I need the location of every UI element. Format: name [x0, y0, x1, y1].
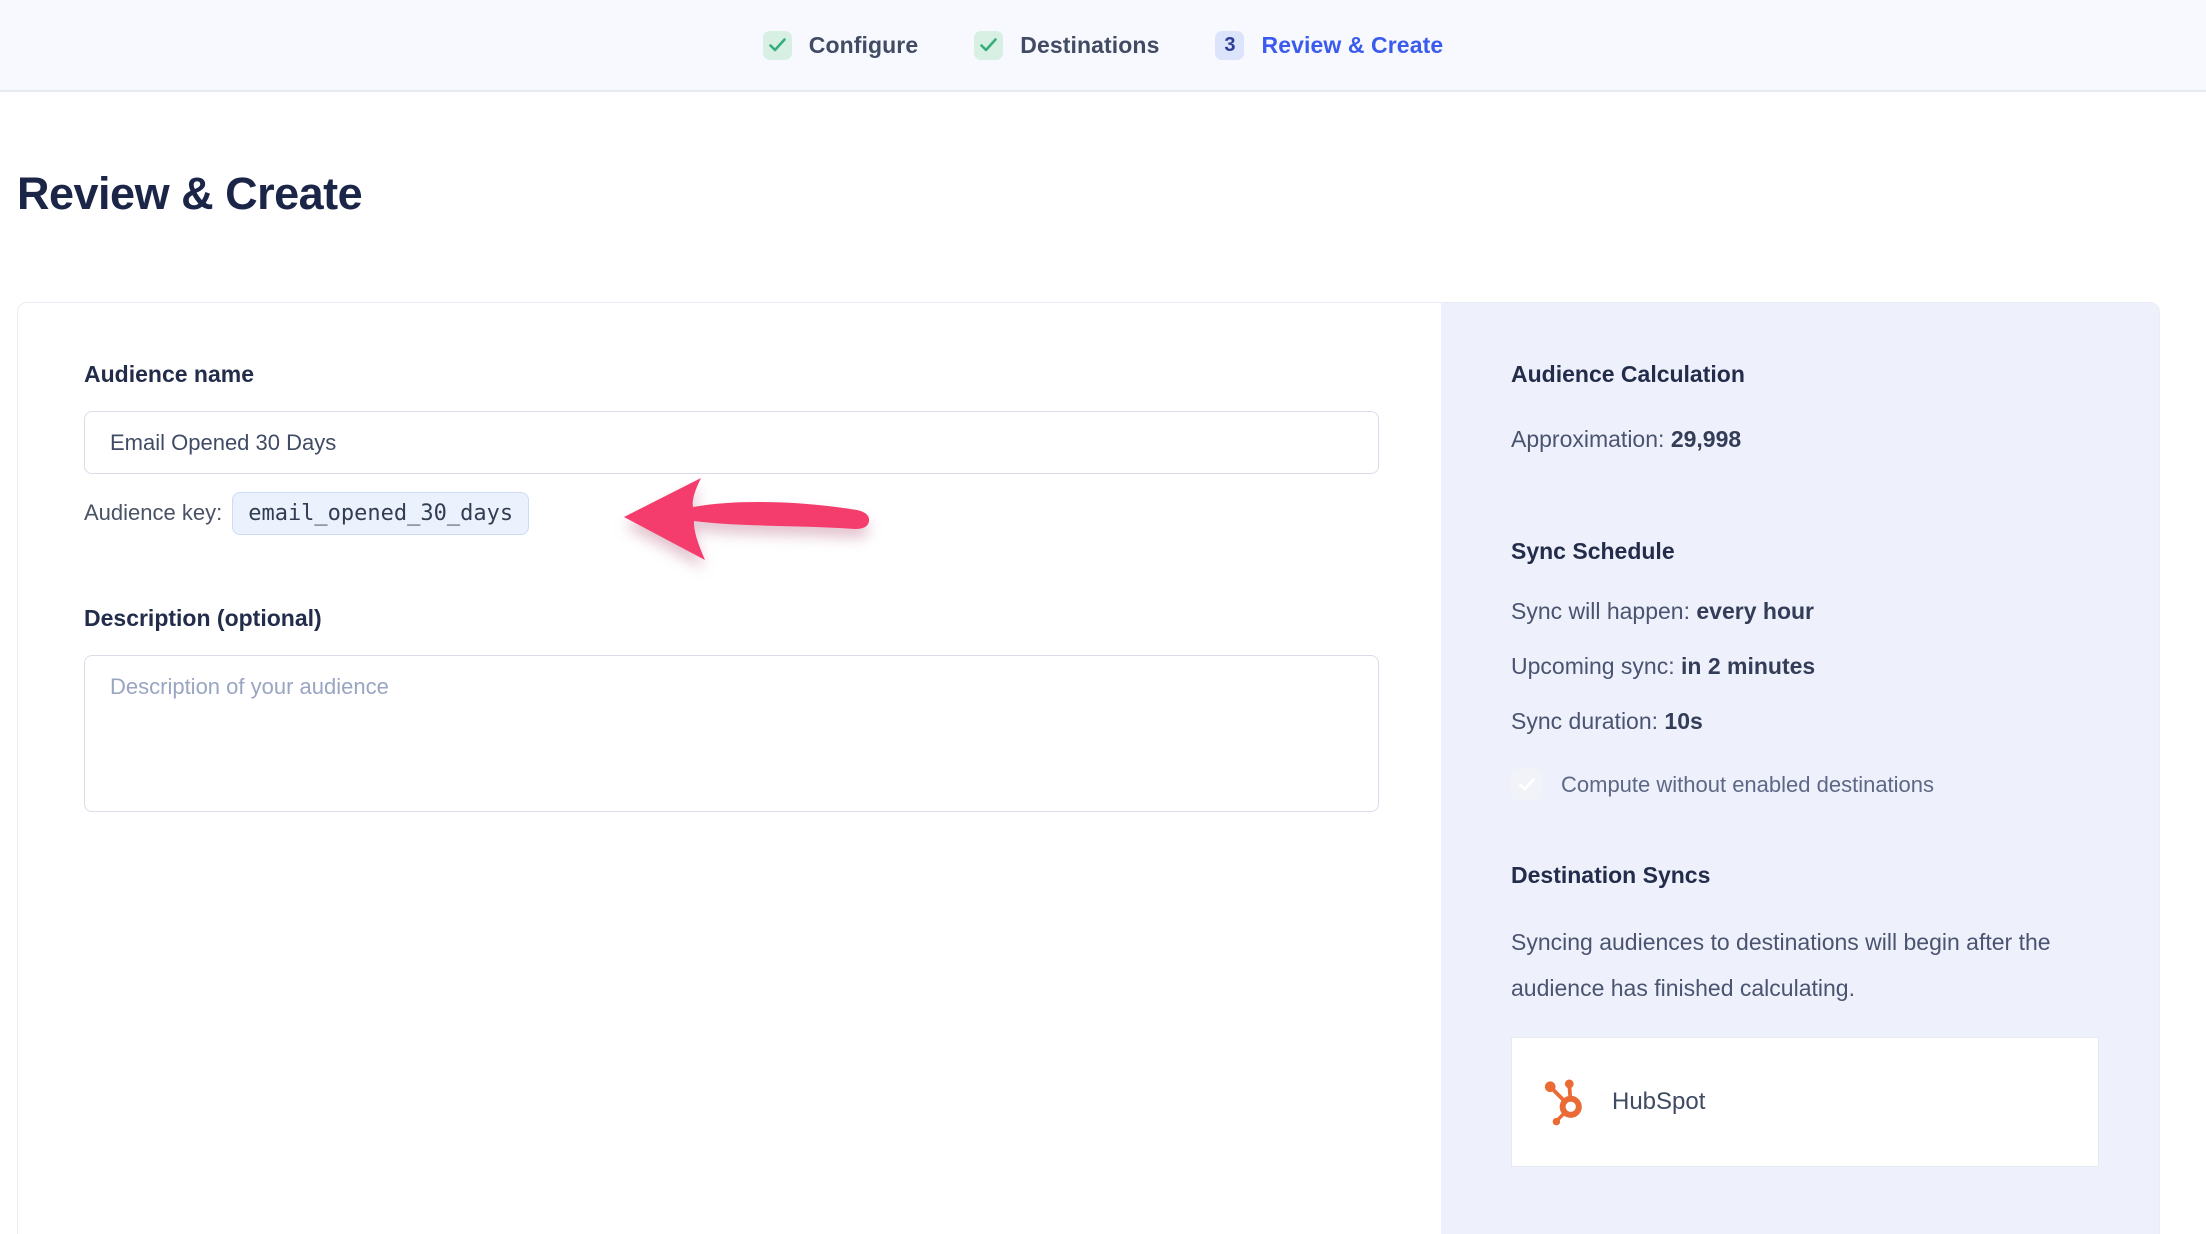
step-configure-label: Configure — [809, 32, 919, 59]
audience-calculation-heading: Audience Calculation — [1511, 361, 2101, 388]
sync-frequency-line: Sync will happen: every hour — [1511, 598, 2101, 625]
step-review-create[interactable]: 3 Review & Create — [1215, 31, 1443, 60]
step-configure[interactable]: Configure — [763, 31, 919, 60]
audience-name-input[interactable] — [84, 411, 1379, 474]
approximation-line: Approximation: 29,998 — [1511, 424, 2101, 454]
sync-schedule-heading: Sync Schedule — [1511, 538, 2101, 565]
step-number-badge: 3 — [1215, 31, 1244, 60]
sync-frequency-label: Sync will happen: — [1511, 598, 1690, 624]
step-destinations[interactable]: Destinations — [974, 31, 1159, 60]
destination-card-hubspot[interactable]: HubSpot — [1511, 1037, 2099, 1167]
sync-duration-line: Sync duration: 10s — [1511, 708, 2101, 735]
approximation-value: 29,998 — [1671, 426, 1741, 452]
audience-key-value: email_opened_30_days — [232, 492, 529, 535]
compute-checkbox[interactable] — [1511, 769, 1542, 800]
wizard-stepper: Configure Destinations 3 Review & Create — [0, 0, 2206, 92]
sync-duration-value: 10s — [1664, 708, 1702, 734]
audience-name-label: Audience name — [84, 361, 1379, 388]
approximation-label: Approximation: — [1511, 426, 1664, 452]
hubspot-logo-icon — [1544, 1078, 1586, 1126]
upcoming-sync-value: in 2 minutes — [1681, 653, 1815, 679]
page-title: Review & Create — [17, 168, 2206, 220]
description-textarea[interactable] — [84, 655, 1379, 812]
sync-duration-label: Sync duration: — [1511, 708, 1658, 734]
upcoming-sync-line: Upcoming sync: in 2 minutes — [1511, 653, 2101, 680]
destination-name: HubSpot — [1612, 1088, 1705, 1116]
step-destinations-label: Destinations — [1020, 32, 1159, 59]
summary-panel: Audience Calculation Approximation: 29,9… — [1441, 303, 2160, 1234]
step-review-create-label: Review & Create — [1261, 32, 1443, 59]
review-card: Audience name Audience key: email_opened… — [17, 302, 2160, 1234]
destination-syncs-heading: Destination Syncs — [1511, 862, 2101, 889]
compute-checkbox-label: Compute without enabled destinations — [1561, 772, 1934, 798]
audience-form-section: Audience name Audience key: email_opened… — [18, 303, 1441, 1234]
check-icon — [974, 31, 1003, 60]
description-label: Description (optional) — [84, 605, 1379, 632]
audience-key-row: Audience key: email_opened_30_days — [84, 489, 1379, 537]
upcoming-sync-label: Upcoming sync: — [1511, 653, 1675, 679]
audience-key-label: Audience key: — [84, 500, 222, 526]
sync-frequency-value: every hour — [1696, 598, 1814, 624]
destination-syncs-description: Syncing audiences to destinations will b… — [1511, 919, 2091, 1011]
check-icon — [763, 31, 792, 60]
compute-checkbox-row: Compute without enabled destinations — [1511, 769, 2101, 800]
